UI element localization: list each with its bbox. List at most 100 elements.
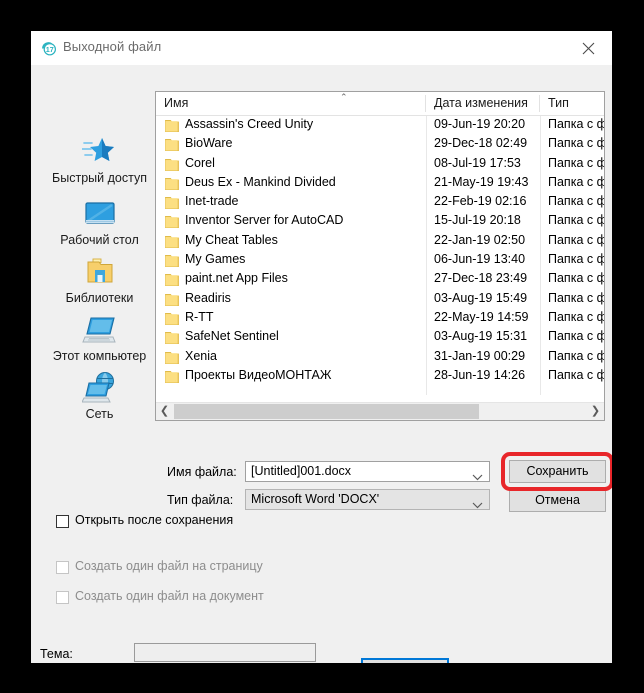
table-row[interactable]: Assassin's Creed Unity 09-Jun-19 20:20 Пап… — [156, 116, 604, 135]
folder-icon — [165, 158, 179, 171]
file-date-cell: 08-Jul-19 17:53 — [434, 155, 521, 170]
sidebar-item-label: Библиотеки — [65, 291, 134, 305]
close-button[interactable] — [566, 31, 612, 64]
file-name-cell: Readiris — [185, 290, 231, 305]
file-name-cell: BioWare — [185, 136, 233, 151]
file-name-combobox[interactable]: [Untitled]001.docx — [245, 461, 490, 482]
folder-icon — [165, 215, 179, 229]
file-type-cell: Папка с ф — [548, 348, 604, 363]
title-bar: 17 Выходной файл — [31, 31, 612, 66]
file-type-cell: Папка с ф — [548, 117, 604, 131]
subject-input[interactable] — [134, 643, 316, 662]
file-date-cell: 03-Aug-19 15:49 — [434, 290, 528, 305]
desktop-monitor-icon — [82, 197, 118, 231]
checkbox-box — [56, 591, 69, 604]
scroll-right-icon[interactable]: ❯ — [587, 403, 604, 420]
scrollbar-thumb[interactable] — [174, 404, 479, 419]
file-name-cell: paint.net App Files — [185, 271, 288, 286]
sidebar-item-network[interactable]: Сеть — [38, 371, 161, 421]
file-date-cell: 03-Aug-19 15:31 — [434, 329, 528, 344]
file-date-cell: 21-May-19 19:43 — [434, 174, 529, 189]
scroll-left-icon[interactable]: ❮ — [156, 403, 173, 420]
one-file-per-page-label: Создать один файл на страницу — [75, 559, 263, 573]
table-row[interactable]: My Cheat Tables 22-Jan-19 02:50 Папка с ф — [156, 232, 604, 251]
column-header-name-label: Имя — [164, 96, 189, 110]
file-list-header: Имя ⌃ Дата изменения Тип — [156, 92, 604, 116]
folder-icon — [165, 370, 179, 383]
column-header-type[interactable]: Тип — [540, 92, 604, 115]
file-list[interactable]: Имя ⌃ Дата изменения Тип Assassin's Cree… — [155, 91, 605, 421]
table-row[interactable]: My Games 06-Jun-19 13:40 Папка с ф — [156, 251, 604, 270]
subject-label: Тема: — [40, 647, 73, 661]
sidebar-item-label: Быстрый доступ — [52, 171, 147, 185]
folder-icon — [165, 273, 179, 287]
file-date-cell: 22-Jan-19 02:50 — [434, 232, 526, 247]
file-type-cell: Папка с ф — [548, 136, 604, 151]
table-row[interactable]: Xenia 31-Jan-19 00:29 Папка с ф — [156, 348, 604, 367]
file-name-value: [Untitled]001.docx — [251, 464, 352, 478]
file-type-cell: Папка с ф — [548, 213, 604, 228]
chevron-down-icon[interactable] — [472, 468, 483, 486]
folder-icon — [165, 331, 179, 345]
chevron-down-icon[interactable] — [472, 496, 483, 514]
sidebar-item-label: Рабочий стол — [60, 233, 139, 247]
sidebar-item-label: Этот компьютер — [52, 349, 147, 363]
folder-icon — [165, 138, 179, 152]
file-type-cell: Папка с ф — [548, 329, 604, 344]
table-row[interactable]: Readiris 03-Aug-19 15:49 Папка с ф — [156, 290, 604, 309]
column-header-date-label: Дата изменения — [434, 96, 528, 110]
file-type-cell: Папка с ф — [548, 367, 604, 382]
horizontal-scrollbar[interactable]: ❮ ❯ — [156, 402, 604, 420]
sidebar-item-this-pc[interactable]: Этот компьютер — [38, 313, 161, 363]
output-file-dialog: 17 Выходной файл Папка: Документы — [31, 31, 612, 663]
file-name-cell: My Games — [185, 252, 246, 267]
column-header-type-label: Тип — [548, 96, 569, 110]
table-row[interactable]: Deus Ex - Mankind Divided 21-May-19 19:43… — [156, 174, 604, 193]
file-name-cell: Проекты ВидеоМОНТАЖ — [185, 367, 332, 382]
sidebar-item-libraries[interactable]: Библиотеки — [38, 255, 161, 305]
libraries-folder-icon — [82, 255, 118, 289]
sidebar-item-desktop[interactable]: Рабочий стол — [38, 197, 161, 247]
file-type-cell: Папка с ф — [548, 232, 604, 247]
app-17-icon: 17 — [40, 40, 57, 57]
checkbox-box — [56, 561, 69, 574]
file-name-cell: Assassin's Creed Unity — [185, 117, 314, 131]
cancel-button[interactable]: Отмена — [509, 489, 606, 512]
file-type-cell: Папка с ф — [548, 174, 604, 189]
one-file-per-document-label: Создать один файл на документ — [75, 589, 264, 603]
folder-icon — [165, 235, 179, 248]
table-row[interactable]: R-TT 22-May-19 14:59 Папка с ф — [156, 309, 604, 328]
properties-button[interactable]: Свойства... — [361, 658, 449, 663]
file-type-cell: Папка с ф — [548, 252, 604, 267]
table-row[interactable]: BioWare 29-Dec-18 02:49 Папка с ф — [156, 135, 604, 154]
save-button[interactable]: Сохранить — [509, 460, 606, 483]
sidebar-item-label: Сеть — [85, 407, 114, 421]
column-header-name[interactable]: Имя ⌃ — [156, 92, 426, 115]
sidebar-item-quick-access[interactable]: Быстрый доступ — [38, 135, 161, 185]
folder-icon — [165, 177, 179, 190]
file-type-cell: Папка с ф — [548, 271, 604, 286]
file-type-cell: Папка с ф — [548, 155, 604, 170]
places-bar: Быстрый доступ Рабочий стол Библиотеки Э… — [38, 91, 161, 421]
checkbox-box[interactable] — [56, 515, 69, 528]
table-row[interactable]: Corel 08-Jul-19 17:53 Папка с ф — [156, 155, 604, 174]
file-type-cell: Папка с ф — [548, 194, 604, 209]
table-row[interactable]: SafeNet Sentinel 03-Aug-19 15:31 Папка с ф — [156, 328, 604, 347]
star-quick-access-icon — [80, 135, 118, 169]
file-name-label: Имя файла: — [167, 465, 237, 479]
file-name-cell: Inet-trade — [185, 194, 239, 209]
folder-icon — [165, 351, 179, 364]
column-header-date[interactable]: Дата изменения — [426, 92, 540, 115]
file-type-combobox[interactable]: Microsoft Word 'DOCX' — [245, 489, 490, 510]
network-globe-icon — [80, 371, 118, 405]
table-row[interactable]: Inventor Server for AutoCAD 15-Jul-19 20:… — [156, 212, 604, 231]
file-date-cell: 22-Feb-19 02:16 — [434, 194, 527, 209]
file-name-cell: Xenia — [185, 348, 217, 363]
folder-icon — [165, 312, 179, 325]
table-row[interactable]: Inet-trade 22-Feb-19 02:16 Папка с ф — [156, 193, 604, 212]
file-list-rows: Assassin's Creed Unity 09-Jun-19 20:20 Пап… — [156, 116, 604, 396]
table-row[interactable]: Проекты ВидеоМОНТАЖ 28-Jun-19 14:26 Папка … — [156, 367, 604, 386]
table-row[interactable]: paint.net App Files 27-Dec-18 23:49 Папка … — [156, 270, 604, 289]
file-name-cell: My Cheat Tables — [185, 232, 278, 247]
file-date-cell: 06-Jun-19 13:40 — [434, 252, 526, 267]
